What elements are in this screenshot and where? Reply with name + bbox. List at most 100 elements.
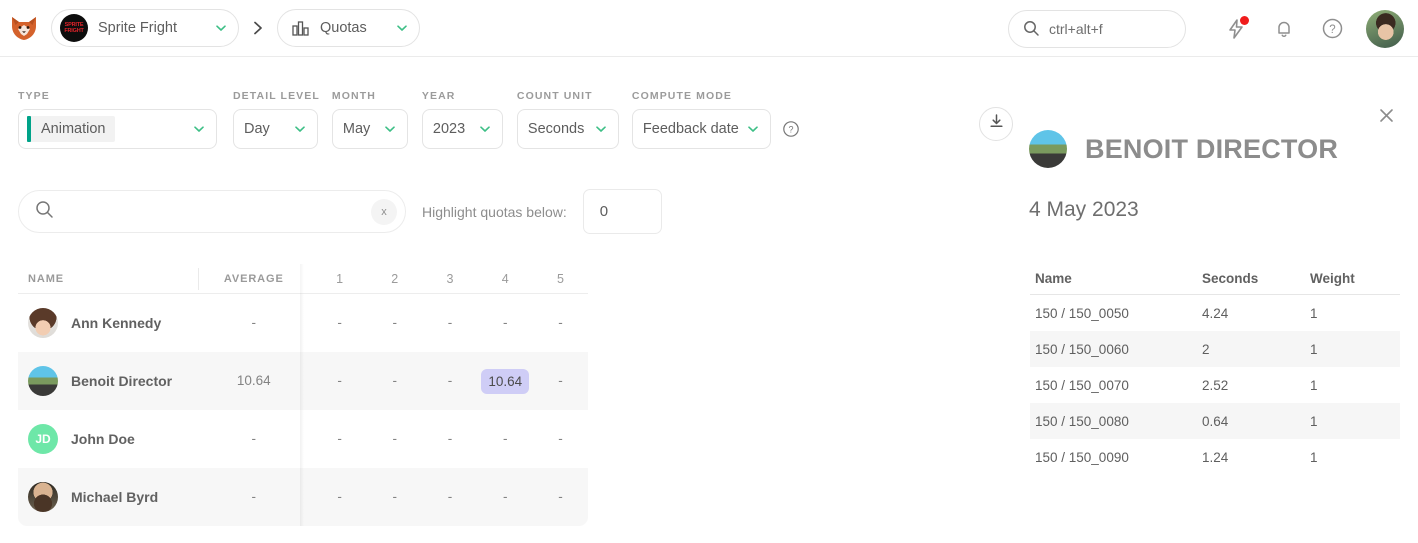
detail-row-name: 150 / 150_0080 <box>1035 413 1129 429</box>
svg-text:?: ? <box>788 124 793 134</box>
project-avatar-text: SPRITE FRIGHT <box>64 22 84 34</box>
row-day-1: - <box>337 373 342 388</box>
chevron-down-icon[interactable] <box>214 21 228 35</box>
row-person-name: Benoit Director <box>71 373 173 389</box>
row-average: - <box>251 431 257 446</box>
row-person-name: John Doe <box>71 431 135 447</box>
filter-bar: TYPE Animation DETAIL LEVEL Day MONTH Ma… <box>18 90 800 149</box>
question-circle-icon[interactable]: ? <box>1319 16 1345 42</box>
chevron-down-icon[interactable] <box>594 122 608 136</box>
chevron-down-icon[interactable] <box>383 122 397 136</box>
row-average: - <box>251 315 257 330</box>
row-day-5: - <box>558 431 563 446</box>
user-avatar[interactable] <box>1366 9 1404 48</box>
filter-compute-mode: COMPUTE MODE Feedback date <box>631 90 771 149</box>
header-actions: ? <box>1008 0 1418 57</box>
table-row[interactable]: Benoit Director 10.64 - - - 10.64 - <box>18 352 588 410</box>
search-icon <box>35 200 54 224</box>
detail-row-name: 150 / 150_0090 <box>1035 449 1129 465</box>
chevron-down-icon[interactable] <box>746 122 760 136</box>
compute-mode-value: Feedback date <box>642 121 739 137</box>
clear-search-button[interactable]: x <box>371 198 397 225</box>
quota-search[interactable]: x <box>18 190 406 233</box>
filter-count-unit-label: COUNT UNIT <box>516 90 593 102</box>
column-header-day-5[interactable]: 5 <box>533 272 588 286</box>
project-selector[interactable]: SPRITE FRIGHT Sprite Fright <box>51 9 239 47</box>
svg-text:?: ? <box>1329 24 1335 36</box>
count-unit-value: Seconds <box>527 121 585 137</box>
row-day-2: - <box>392 489 398 504</box>
app-header: SPRITE FRIGHT Sprite Fright Quotas ctrl+… <box>0 0 1418 57</box>
avatar: JD <box>28 424 58 454</box>
column-header-average[interactable]: AVERAGE <box>196 273 312 285</box>
column-header-day-1[interactable]: 1 <box>312 272 367 286</box>
chevron-down-icon[interactable] <box>192 122 206 136</box>
row-day-2: - <box>392 373 398 388</box>
row-day-4-highlighted[interactable]: 10.64 <box>481 368 530 394</box>
filter-month-label: MONTH <box>331 90 376 102</box>
column-header-day-2[interactable]: 2 <box>367 272 422 286</box>
detail-level-select[interactable]: Day <box>233 109 318 149</box>
detail-table-row: 150 / 150_0060 2 1 <box>1030 331 1400 367</box>
filter-year-label: YEAR <box>421 90 456 102</box>
detail-row-name: 150 / 150_0060 <box>1035 341 1129 357</box>
detail-row-weight: 1 <box>1310 449 1318 465</box>
close-panel-button[interactable] <box>1374 106 1398 130</box>
detail-row-weight: 1 <box>1310 341 1318 357</box>
highlight-threshold-input[interactable] <box>582 189 662 234</box>
detail-panel: BENOIT DIRECTOR 4 May 2023 Name Seconds … <box>960 90 1418 543</box>
row-day-3: - <box>447 373 453 388</box>
download-button[interactable] <box>979 107 1013 141</box>
search-icon <box>1023 20 1040 37</box>
page-title: BENOIT DIRECTOR <box>1085 133 1339 164</box>
scroll-shadow <box>300 264 304 294</box>
compute-mode-select[interactable]: Feedback date <box>631 109 771 149</box>
type-accent-bar <box>27 116 31 142</box>
chevron-down-icon[interactable] <box>395 21 409 35</box>
detail-panel-heading: BENOIT DIRECTOR <box>1029 130 1338 168</box>
detail-table-row: 150 / 150_0080 0.64 1 <box>1030 403 1400 439</box>
row-name-cell: Michael Byrd <box>18 482 196 512</box>
detail-row-seconds: 1.24 <box>1202 449 1229 465</box>
row-name-cell: Ann Kennedy <box>18 308 196 338</box>
quota-search-input[interactable] <box>64 203 371 220</box>
detail-table-header: Name Seconds Weight <box>1030 262 1400 295</box>
column-header-day-3[interactable]: 3 <box>422 272 477 286</box>
row-name-cell: JD John Doe <box>18 424 196 454</box>
count-unit-select[interactable]: Seconds <box>516 109 619 149</box>
lightning-bolt-icon[interactable] <box>1223 15 1249 42</box>
compute-mode-help-icon[interactable]: ? <box>782 120 800 138</box>
table-row[interactable]: Michael Byrd - - - - - - <box>18 468 588 526</box>
detail-panel-date: 4 May 2023 <box>1029 198 1139 221</box>
type-chip: Animation <box>27 116 116 142</box>
detail-table: Name Seconds Weight 150 / 150_0050 4.24 … <box>1030 262 1400 475</box>
table-row[interactable]: JD John Doe - - - - - - <box>18 410 588 468</box>
detail-table-row: 150 / 150_0090 1.24 1 <box>1030 439 1400 475</box>
chart-bars-icon <box>290 18 310 38</box>
row-day-5: - <box>558 489 563 504</box>
chevron-down-icon[interactable] <box>478 122 492 136</box>
close-icon <box>1377 106 1396 130</box>
bell-icon[interactable] <box>1271 16 1297 42</box>
row-day-2: - <box>392 315 398 330</box>
global-search-input[interactable] <box>1049 20 1169 37</box>
filter-year: YEAR 2023 <box>421 90 503 149</box>
project-avatar: SPRITE FRIGHT <box>60 14 88 42</box>
global-search[interactable] <box>1008 9 1186 48</box>
row-day-2: - <box>392 431 398 446</box>
month-select[interactable]: May <box>331 109 408 149</box>
column-header-day-4[interactable]: 4 <box>478 272 533 286</box>
row-name-cell: Benoit Director <box>18 366 196 396</box>
detail-row-seconds: 2.52 <box>1202 377 1229 393</box>
table-row[interactable]: Ann Kennedy - - - - - - <box>18 294 588 352</box>
detail-column-header-seconds: Seconds <box>1202 270 1259 286</box>
column-header-name[interactable]: NAME <box>18 273 196 285</box>
table-toolbar: x Highlight quotas below: <box>18 189 662 234</box>
detail-row-name: 150 / 150_0070 <box>1035 377 1129 393</box>
type-select[interactable]: Animation <box>18 109 217 149</box>
section-selector[interactable]: Quotas <box>277 9 420 47</box>
chevron-down-icon[interactable] <box>293 122 307 136</box>
fox-logo-icon[interactable] <box>7 11 41 45</box>
year-select[interactable]: 2023 <box>421 109 503 149</box>
row-day-5: - <box>558 373 563 388</box>
